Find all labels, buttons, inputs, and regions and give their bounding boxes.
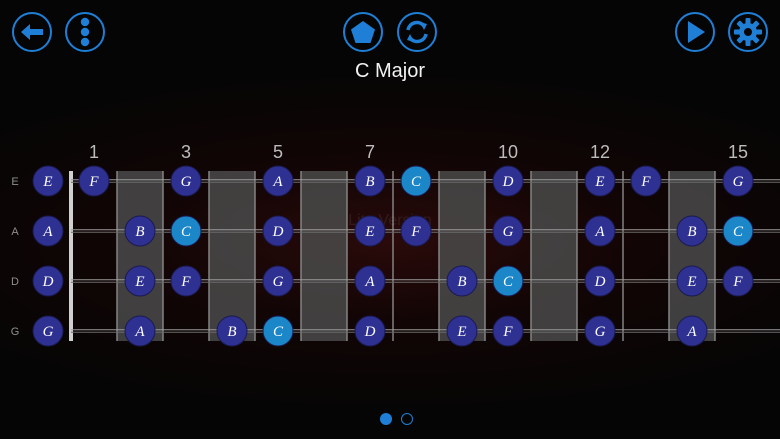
note-label: C	[411, 174, 422, 190]
note-label: G	[273, 274, 284, 290]
note-label: G	[595, 324, 606, 340]
note-label: G	[181, 174, 192, 190]
fret-number: 1	[89, 142, 99, 162]
note-label: F	[180, 274, 191, 290]
note-label: A	[134, 324, 145, 340]
note-label: A	[594, 224, 605, 240]
note-label: F	[640, 174, 651, 190]
note-label: D	[364, 324, 376, 340]
note-label: F	[88, 174, 99, 190]
note-label: A	[272, 174, 283, 190]
note-label: B	[227, 324, 236, 340]
string-name: E	[11, 176, 18, 188]
string-name: D	[11, 276, 19, 288]
note-label: B	[687, 224, 696, 240]
fret-number: 7	[365, 142, 375, 162]
page-dot[interactable]	[401, 413, 413, 425]
fret-number: 10	[498, 142, 518, 162]
string-name: G	[11, 326, 20, 338]
note-label: E	[42, 174, 52, 190]
note-label: B	[365, 174, 374, 190]
page-dot-active[interactable]	[380, 413, 392, 425]
note-label: A	[364, 274, 375, 290]
note-label: D	[594, 274, 606, 290]
highlight-fret-7	[301, 171, 347, 341]
note-label: C	[733, 224, 744, 240]
note-label: G	[733, 174, 744, 190]
fretboard[interactable]: Lite Version1 3 5 7 10 12 15E E F G A B C D E F GA A B C D E F…	[0, 0, 780, 439]
note-label: E	[364, 224, 374, 240]
note-label: D	[42, 274, 54, 290]
note-label: F	[410, 224, 421, 240]
note-label: C	[181, 224, 192, 240]
note-label: G	[503, 224, 514, 240]
note-label: F	[732, 274, 743, 290]
string-name: A	[11, 226, 19, 238]
note-label: G	[43, 324, 54, 340]
note-label: D	[272, 224, 284, 240]
highlight-fret-12	[531, 171, 577, 341]
note-label: C	[503, 274, 514, 290]
note-label: B	[135, 224, 144, 240]
note-label: C	[273, 324, 284, 340]
note-label: F	[502, 324, 513, 340]
note-label: E	[594, 174, 604, 190]
note-label: A	[42, 224, 53, 240]
fret-number: 12	[590, 142, 610, 162]
note-label: D	[502, 174, 514, 190]
fret-number: 3	[181, 142, 191, 162]
note-label: E	[686, 274, 696, 290]
note-label: B	[457, 274, 466, 290]
note-label: E	[134, 274, 144, 290]
note-label: A	[686, 324, 697, 340]
fret-number: 15	[728, 142, 748, 162]
fret-number: 5	[273, 142, 283, 162]
nut	[69, 171, 73, 341]
note-label: E	[456, 324, 466, 340]
